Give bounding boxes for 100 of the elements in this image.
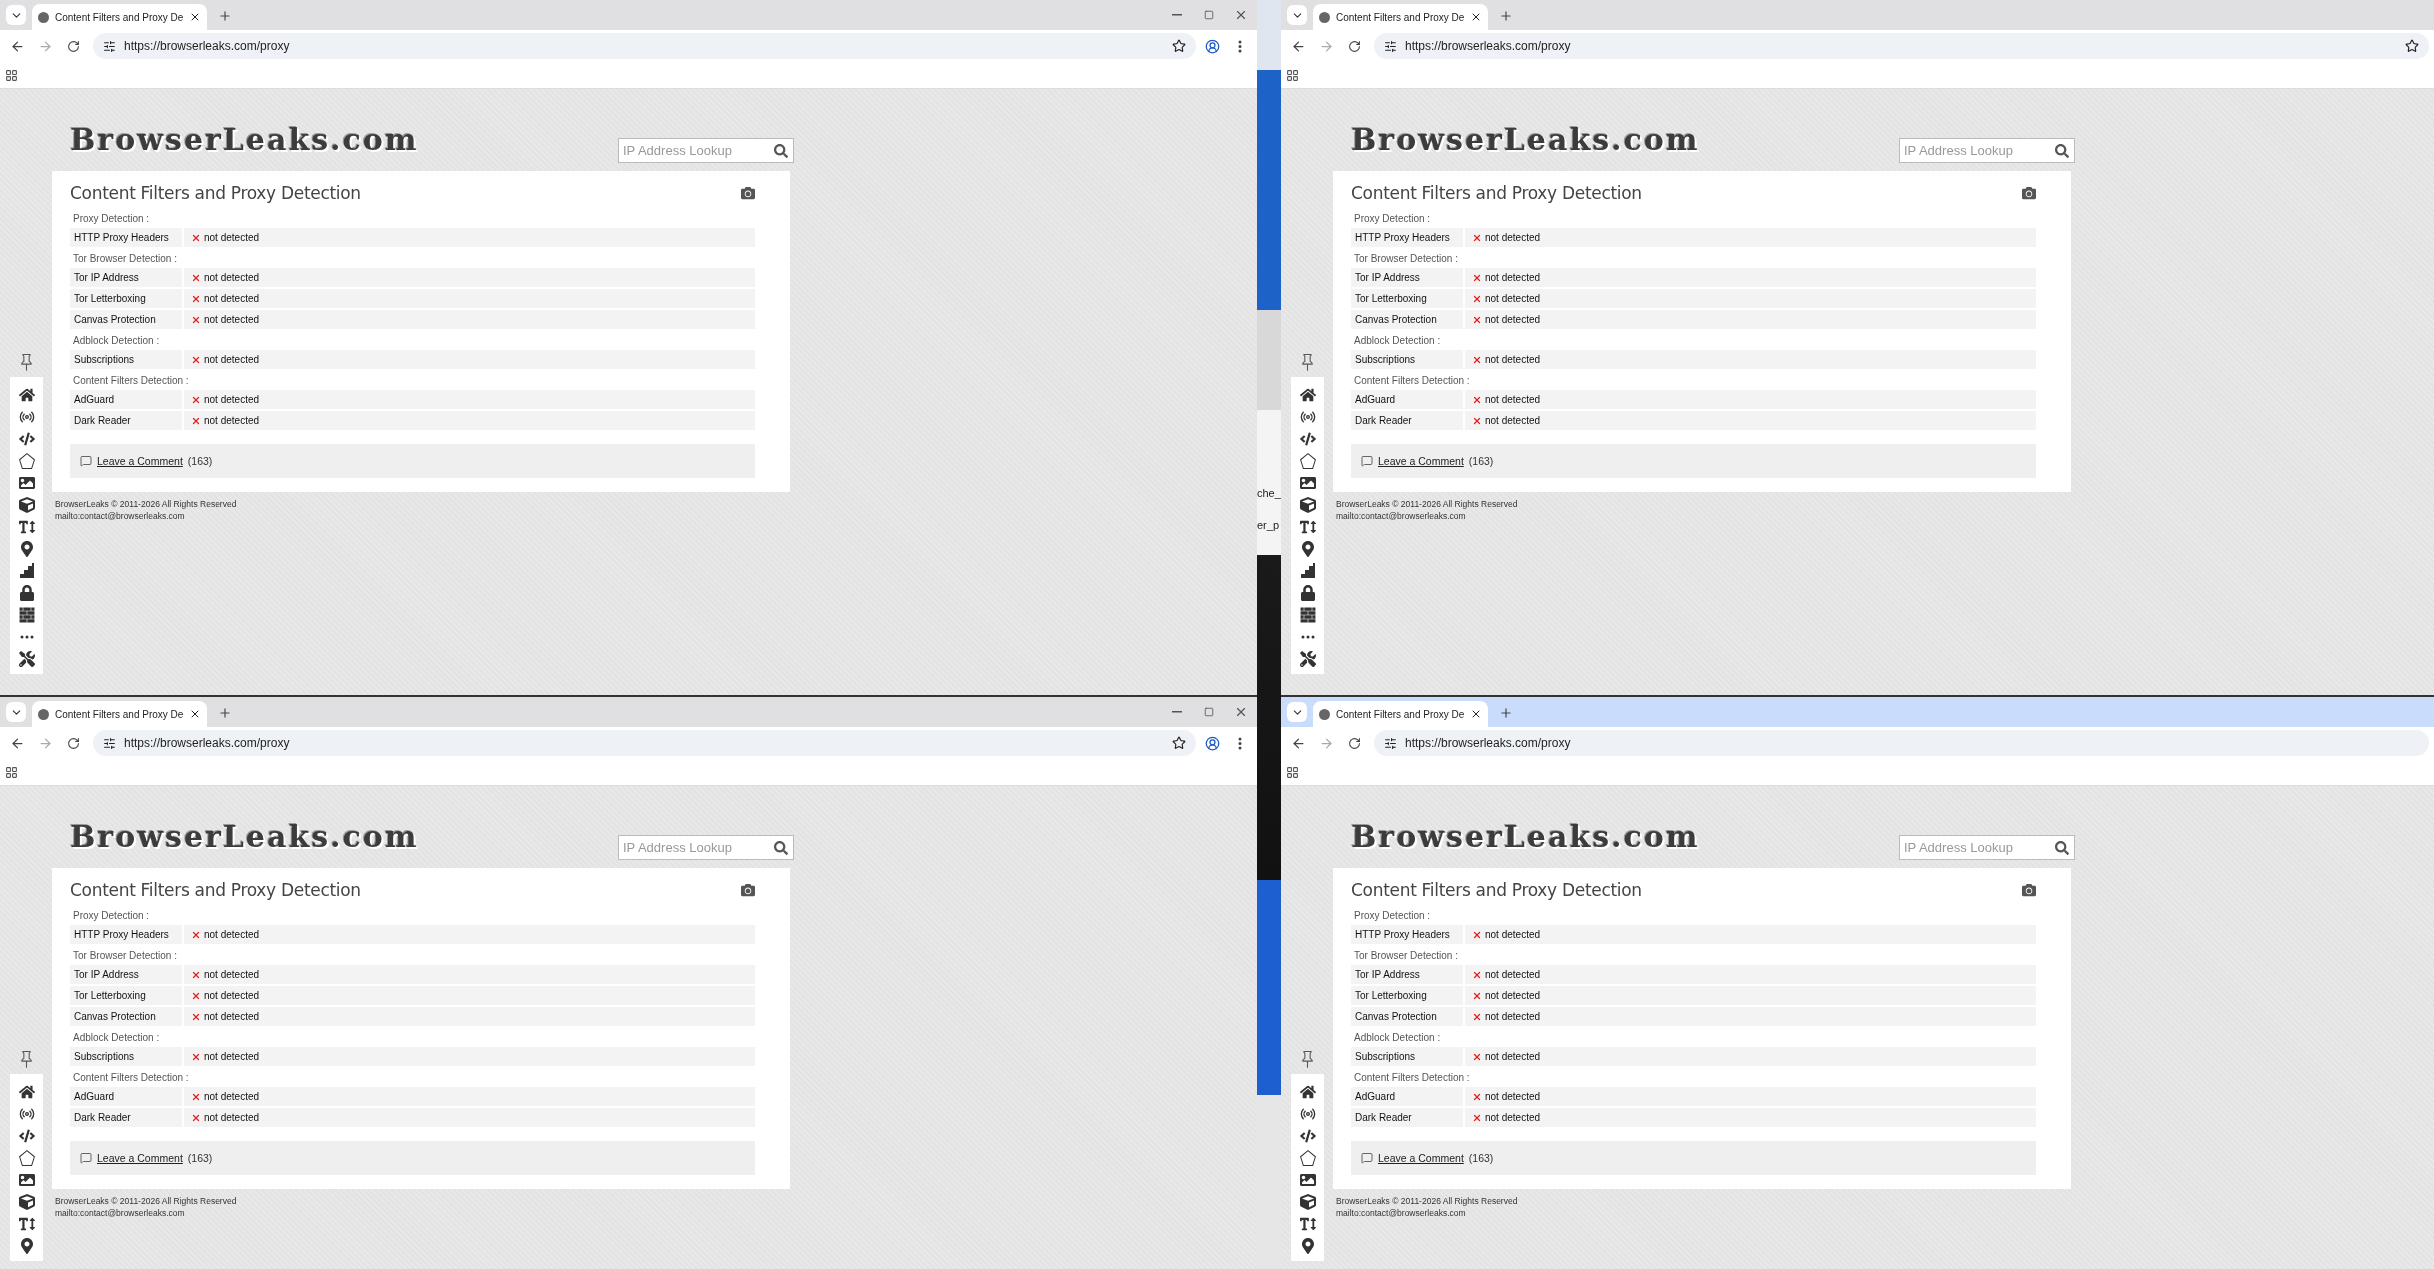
map-pin-icon[interactable] — [1299, 1237, 1316, 1254]
x-icon — [1472, 293, 1482, 304]
row-value: not detected — [204, 990, 260, 1001]
pentagon-icon[interactable] — [1299, 452, 1316, 469]
pentagon-icon[interactable] — [1299, 1149, 1316, 1166]
pin-icon[interactable] — [18, 1051, 35, 1068]
site-settings-icon[interactable] — [1384, 736, 1397, 750]
home-icon[interactable] — [1299, 1083, 1316, 1100]
address-bar[interactable]: https://browserleaks.com/proxy — [93, 33, 1196, 59]
code-icon[interactable] — [18, 430, 35, 447]
camera-icon[interactable] — [741, 186, 755, 200]
cube-icon[interactable] — [18, 1193, 35, 1210]
site-settings-icon[interactable] — [103, 736, 116, 750]
tab-list-button[interactable] — [1287, 702, 1307, 722]
camera-icon[interactable] — [2022, 883, 2036, 897]
brick-wall-icon[interactable] — [18, 606, 35, 623]
leave-comment-link[interactable]: Leave a Comment — [1378, 1152, 1464, 1164]
pentagon-icon[interactable] — [18, 452, 35, 469]
site-logo[interactable]: BrowserLeaks.com — [1351, 819, 1700, 854]
site-logo[interactable]: BrowserLeaks.com — [70, 819, 419, 854]
text-height-icon[interactable] — [1299, 518, 1316, 535]
row-value: not detected — [1485, 1112, 1541, 1123]
cube-icon[interactable] — [18, 496, 35, 513]
map-pin-icon[interactable] — [18, 1237, 35, 1254]
text-height-icon[interactable] — [18, 1215, 35, 1232]
camera-icon[interactable] — [2022, 186, 2036, 200]
row-value: not detected — [1485, 415, 1541, 426]
home-icon[interactable] — [18, 386, 35, 403]
apps-icon[interactable] — [1286, 68, 1299, 82]
stairs-icon[interactable] — [18, 562, 35, 579]
bookmark-star-icon[interactable] — [2405, 39, 2419, 53]
row-label: Canvas Protection — [70, 310, 184, 329]
code-icon[interactable] — [18, 1127, 35, 1144]
browser-tab[interactable]: Content Filters and Proxy De — [32, 701, 208, 727]
x-icon — [1472, 1112, 1482, 1123]
leave-comment-link[interactable]: Leave a Comment — [97, 455, 183, 467]
browser-tab[interactable]: Content Filters and Proxy De — [1313, 4, 1489, 30]
code-icon[interactable] — [1299, 1127, 1316, 1144]
bookmark-star-icon[interactable] — [1172, 39, 1186, 53]
browser-tab[interactable]: Content Filters and Proxy De — [32, 4, 208, 30]
pin-icon[interactable] — [1299, 354, 1316, 371]
lock-icon[interactable] — [18, 584, 35, 601]
section-heading: Adblock Detection : — [1353, 1031, 1442, 1045]
pin-icon[interactable] — [18, 354, 35, 371]
ip-lookup-field[interactable]: IP Address Lookup — [1899, 835, 2075, 860]
brick-wall-icon[interactable] — [1299, 606, 1316, 623]
row-value: not detected — [1485, 354, 1541, 365]
camera-icon[interactable] — [741, 883, 755, 897]
section-heading: Tor Browser Detection : — [1353, 949, 1459, 963]
tools-icon[interactable] — [18, 650, 35, 667]
ip-lookup-field[interactable]: IP Address Lookup — [1899, 138, 2075, 163]
image-icon[interactable] — [1299, 474, 1316, 491]
apps-icon[interactable] — [5, 68, 18, 82]
comment-count: (163) — [1468, 1152, 1494, 1164]
pentagon-icon[interactable] — [18, 1149, 35, 1166]
leave-comment-link[interactable]: Leave a Comment — [1378, 455, 1464, 467]
home-icon[interactable] — [1299, 386, 1316, 403]
map-pin-icon[interactable] — [1299, 540, 1316, 557]
site-logo[interactable]: BrowserLeaks.com — [70, 122, 419, 157]
code-icon[interactable] — [1299, 430, 1316, 447]
comment-count: (163) — [187, 455, 213, 467]
address-bar[interactable]: https://browserleaks.com/proxy — [93, 730, 1196, 756]
lock-icon[interactable] — [1299, 584, 1316, 601]
comment-icon — [80, 1152, 92, 1164]
apps-icon[interactable] — [1286, 765, 1299, 779]
tab-list-button[interactable] — [6, 702, 26, 722]
cube-icon[interactable] — [1299, 496, 1316, 513]
address-bar[interactable]: https://browserleaks.com/proxy — [1374, 33, 2429, 59]
tab-list-button[interactable] — [6, 5, 26, 25]
home-icon[interactable] — [18, 1083, 35, 1100]
browser-tab[interactable]: Content Filters and Proxy De — [1313, 701, 1489, 727]
x-icon — [1472, 232, 1482, 243]
image-icon[interactable] — [18, 474, 35, 491]
site-settings-icon[interactable] — [103, 39, 116, 53]
row-value: not detected — [1485, 1011, 1541, 1022]
x-icon — [1472, 1051, 1482, 1062]
tools-icon[interactable] — [1299, 650, 1316, 667]
row-value: not detected — [204, 415, 260, 426]
site-logo[interactable]: BrowserLeaks.com — [1351, 122, 1700, 157]
ip-lookup-field[interactable]: IP Address Lookup — [618, 138, 794, 163]
map-pin-icon[interactable] — [18, 540, 35, 557]
cube-icon[interactable] — [1299, 1193, 1316, 1210]
pin-icon[interactable] — [1299, 1051, 1316, 1068]
section-heading: Proxy Detection : — [72, 212, 151, 226]
bookmark-star-icon[interactable] — [1172, 736, 1186, 750]
x-icon — [191, 990, 201, 1001]
site-settings-icon[interactable] — [1384, 39, 1397, 53]
row-label: Tor IP Address — [1351, 965, 1465, 984]
row-value: not detected — [204, 293, 260, 304]
text-height-icon[interactable] — [1299, 1215, 1316, 1232]
row-value: not detected — [1485, 394, 1541, 405]
apps-icon[interactable] — [5, 765, 18, 779]
text-height-icon[interactable] — [18, 518, 35, 535]
image-icon[interactable] — [1299, 1171, 1316, 1188]
ip-lookup-field[interactable]: IP Address Lookup — [618, 835, 794, 860]
image-icon[interactable] — [18, 1171, 35, 1188]
stairs-icon[interactable] — [1299, 562, 1316, 579]
tab-list-button[interactable] — [1287, 5, 1307, 25]
address-bar[interactable]: https://browserleaks.com/proxy — [1374, 730, 2429, 756]
leave-comment-link[interactable]: Leave a Comment — [97, 1152, 183, 1164]
